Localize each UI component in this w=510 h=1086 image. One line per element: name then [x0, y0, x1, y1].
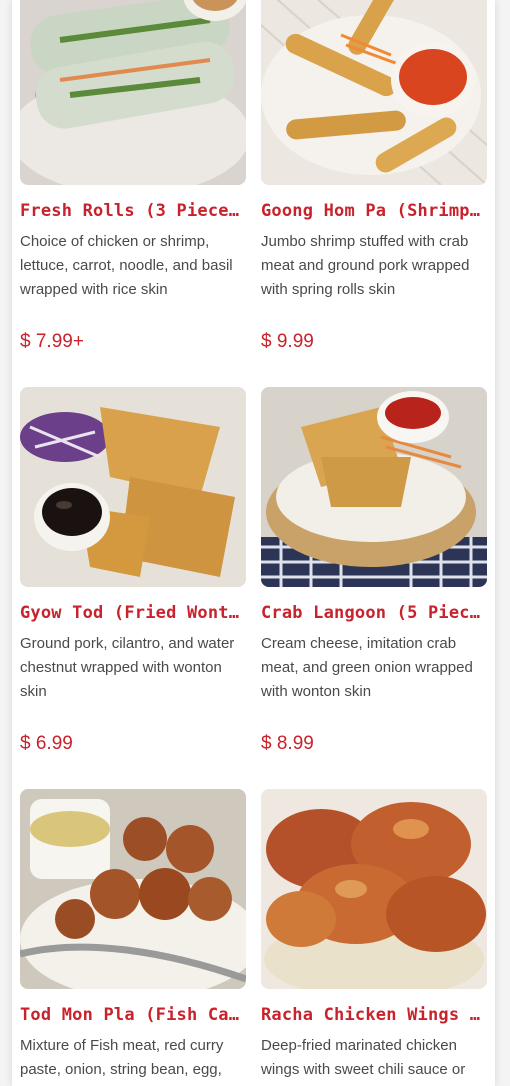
menu-item-description: Mixture of Fish meat, red curry paste, o… — [20, 1037, 224, 1086]
menu-item-card[interactable]: Fresh Rolls (3 Pieces) Choice of chicken… — [20, 0, 246, 354]
menu-item-card[interactable]: Gyow Tod (Fried Wonton... Ground pork, c… — [20, 387, 246, 756]
menu-item-description: Choice of chicken or shrimp, lettuce, ca… — [20, 233, 233, 298]
menu-item-title[interactable]: Racha Chicken Wings (6... — [261, 1005, 487, 1025]
menu-item-description: Ground pork, cilantro, and water chestnu… — [20, 635, 235, 700]
crab-rangoon-photo[interactable] — [261, 387, 487, 587]
menu-item-description: Deep-fried marinated chicken wings with … — [261, 1037, 466, 1078]
menu-item-description: Jumbo shrimp stuffed with crab meat and … — [261, 233, 470, 298]
menu-item-card[interactable]: Tod Mon Pla (Fish Cake)* Mixture of Fish… — [20, 789, 246, 1086]
menu-item-title[interactable]: Goong Hom Pa (Shrimp ... — [261, 201, 487, 221]
menu-item-title[interactable]: Tod Mon Pla (Fish Cake)* — [20, 1005, 246, 1025]
menu-item-card[interactable]: Racha Chicken Wings (6... Deep-fried mar… — [261, 789, 487, 1086]
menu-item-price: $ 8.99 — [261, 733, 314, 754]
menu-item-price: $ 6.99 — [20, 733, 73, 754]
menu-item-title[interactable]: Crab Langoon (5 Pieces) — [261, 603, 487, 623]
menu-item-card[interactable]: Goong Hom Pa (Shrimp ... Jumbo shrimp st… — [261, 0, 487, 354]
menu-item-title[interactable]: Gyow Tod (Fried Wonton... — [20, 603, 246, 623]
spring-rolls-photo[interactable] — [261, 0, 487, 185]
menu-item-price: $ 7.99+ — [20, 331, 84, 352]
menu-item-card[interactable]: Crab Langoon (5 Pieces) Cream cheese, im… — [261, 387, 487, 756]
fish-cake-photo[interactable] — [20, 789, 246, 989]
fresh-rolls-photo[interactable] — [20, 0, 246, 185]
menu-item-title[interactable]: Fresh Rolls (3 Pieces) — [20, 201, 246, 221]
chicken-wings-photo[interactable] — [261, 789, 487, 989]
fried-wonton-photo[interactable] — [20, 387, 246, 587]
menu-item-description: Cream cheese, imitation crab meat, and g… — [261, 635, 473, 700]
menu-panel: Fresh Rolls (3 Pieces) Choice of chicken… — [12, 0, 495, 1086]
menu-item-price: $ 9.99 — [261, 331, 314, 352]
